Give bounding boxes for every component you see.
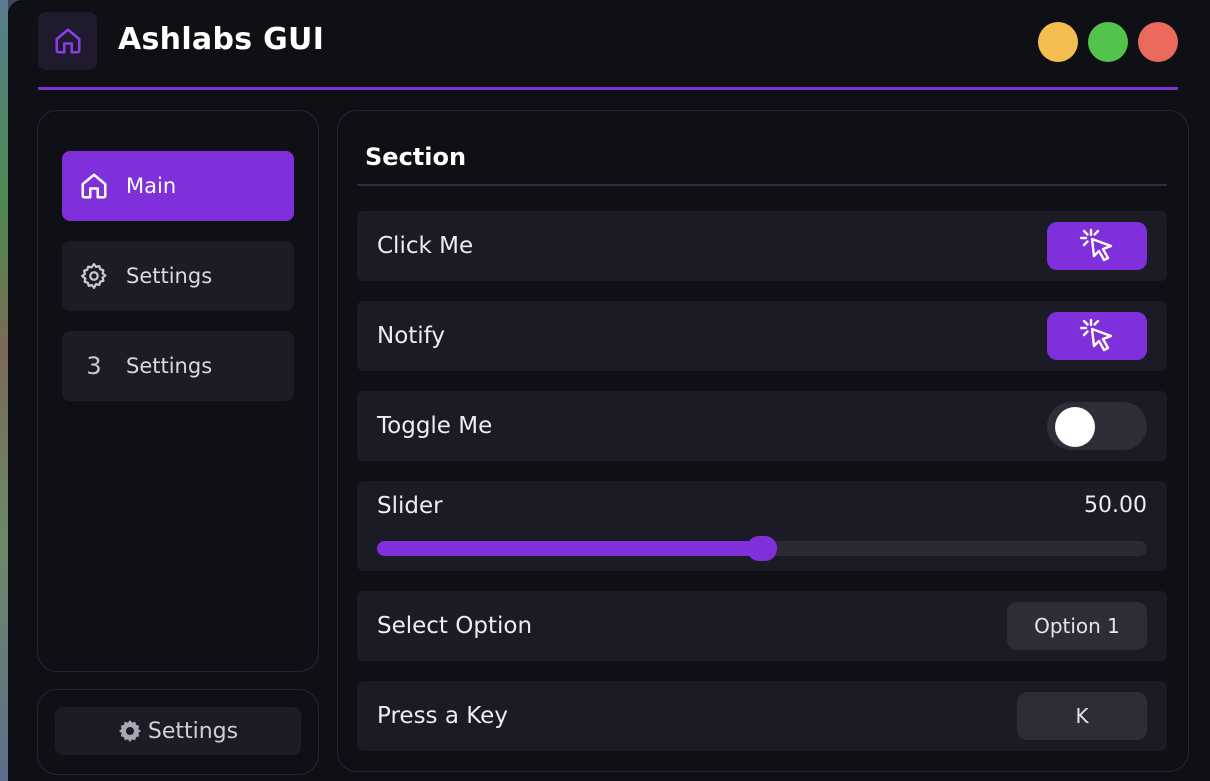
app-window: Ashlabs GUI Main Settings 3 Settings Set… bbox=[8, 0, 1210, 781]
footer-settings-label: Settings bbox=[147, 718, 239, 744]
slider-handle[interactable] bbox=[747, 536, 777, 561]
click-cursor-icon bbox=[1079, 228, 1113, 262]
sidebar-item-settings[interactable]: Settings bbox=[62, 241, 294, 311]
sidebar-item-label: Main bbox=[126, 174, 177, 198]
main-panel: Section Click Me Notify Toggle Me Slider… bbox=[337, 110, 1189, 772]
sidebar-item-label: Settings bbox=[126, 264, 213, 288]
click-cursor-icon bbox=[1079, 318, 1113, 352]
toggle-knob bbox=[1055, 407, 1095, 447]
keybind-button[interactable]: K bbox=[1017, 692, 1147, 740]
keybind-label: Press a Key bbox=[377, 703, 508, 729]
section-title: Section bbox=[365, 143, 467, 171]
desktop-background bbox=[0, 0, 8, 781]
select-row: Select Option Option 1 bbox=[357, 591, 1167, 661]
notify-button[interactable] bbox=[1047, 312, 1147, 360]
home-icon bbox=[62, 171, 126, 201]
section-divider bbox=[357, 184, 1167, 186]
app-logo bbox=[38, 12, 97, 70]
gear-icon bbox=[118, 720, 141, 742]
sidebar-item-label: Settings bbox=[126, 354, 213, 378]
title-divider bbox=[38, 87, 1178, 90]
footer-settings-button[interactable]: Settings bbox=[55, 707, 301, 755]
slider-label: Slider bbox=[377, 493, 443, 519]
gear-icon bbox=[62, 261, 126, 291]
slider-track[interactable] bbox=[377, 536, 1147, 561]
click-me-button[interactable] bbox=[1047, 222, 1147, 270]
toggle-switch[interactable] bbox=[1047, 402, 1147, 450]
title-bar: Ashlabs GUI bbox=[8, 0, 1210, 88]
minimize-button[interactable] bbox=[1038, 22, 1078, 62]
sidebar: Main Settings 3 Settings bbox=[37, 110, 319, 672]
sidebar-item-settings-3[interactable]: 3 Settings bbox=[62, 331, 294, 401]
number-icon: 3 bbox=[86, 352, 102, 380]
home-icon bbox=[55, 28, 80, 54]
select-label: Select Option bbox=[377, 613, 533, 639]
click-me-row: Click Me bbox=[357, 211, 1167, 281]
maximize-button[interactable] bbox=[1088, 22, 1128, 62]
keybind-row: Press a Key K bbox=[357, 681, 1167, 751]
close-button[interactable] bbox=[1138, 22, 1178, 62]
toggle-label: Toggle Me bbox=[377, 413, 493, 439]
sidebar-footer: Settings bbox=[37, 689, 319, 775]
slider-fill bbox=[377, 541, 762, 556]
option-dropdown[interactable]: Option 1 bbox=[1007, 602, 1147, 650]
slider-value: 50.00 bbox=[1084, 493, 1147, 518]
click-me-label: Click Me bbox=[377, 233, 474, 259]
app-title: Ashlabs GUI bbox=[118, 22, 325, 57]
notify-label: Notify bbox=[377, 323, 445, 349]
toggle-row: Toggle Me bbox=[357, 391, 1167, 461]
notify-row: Notify bbox=[357, 301, 1167, 371]
sidebar-item-main[interactable]: Main bbox=[62, 151, 294, 221]
slider-row: Slider 50.00 bbox=[357, 481, 1167, 571]
